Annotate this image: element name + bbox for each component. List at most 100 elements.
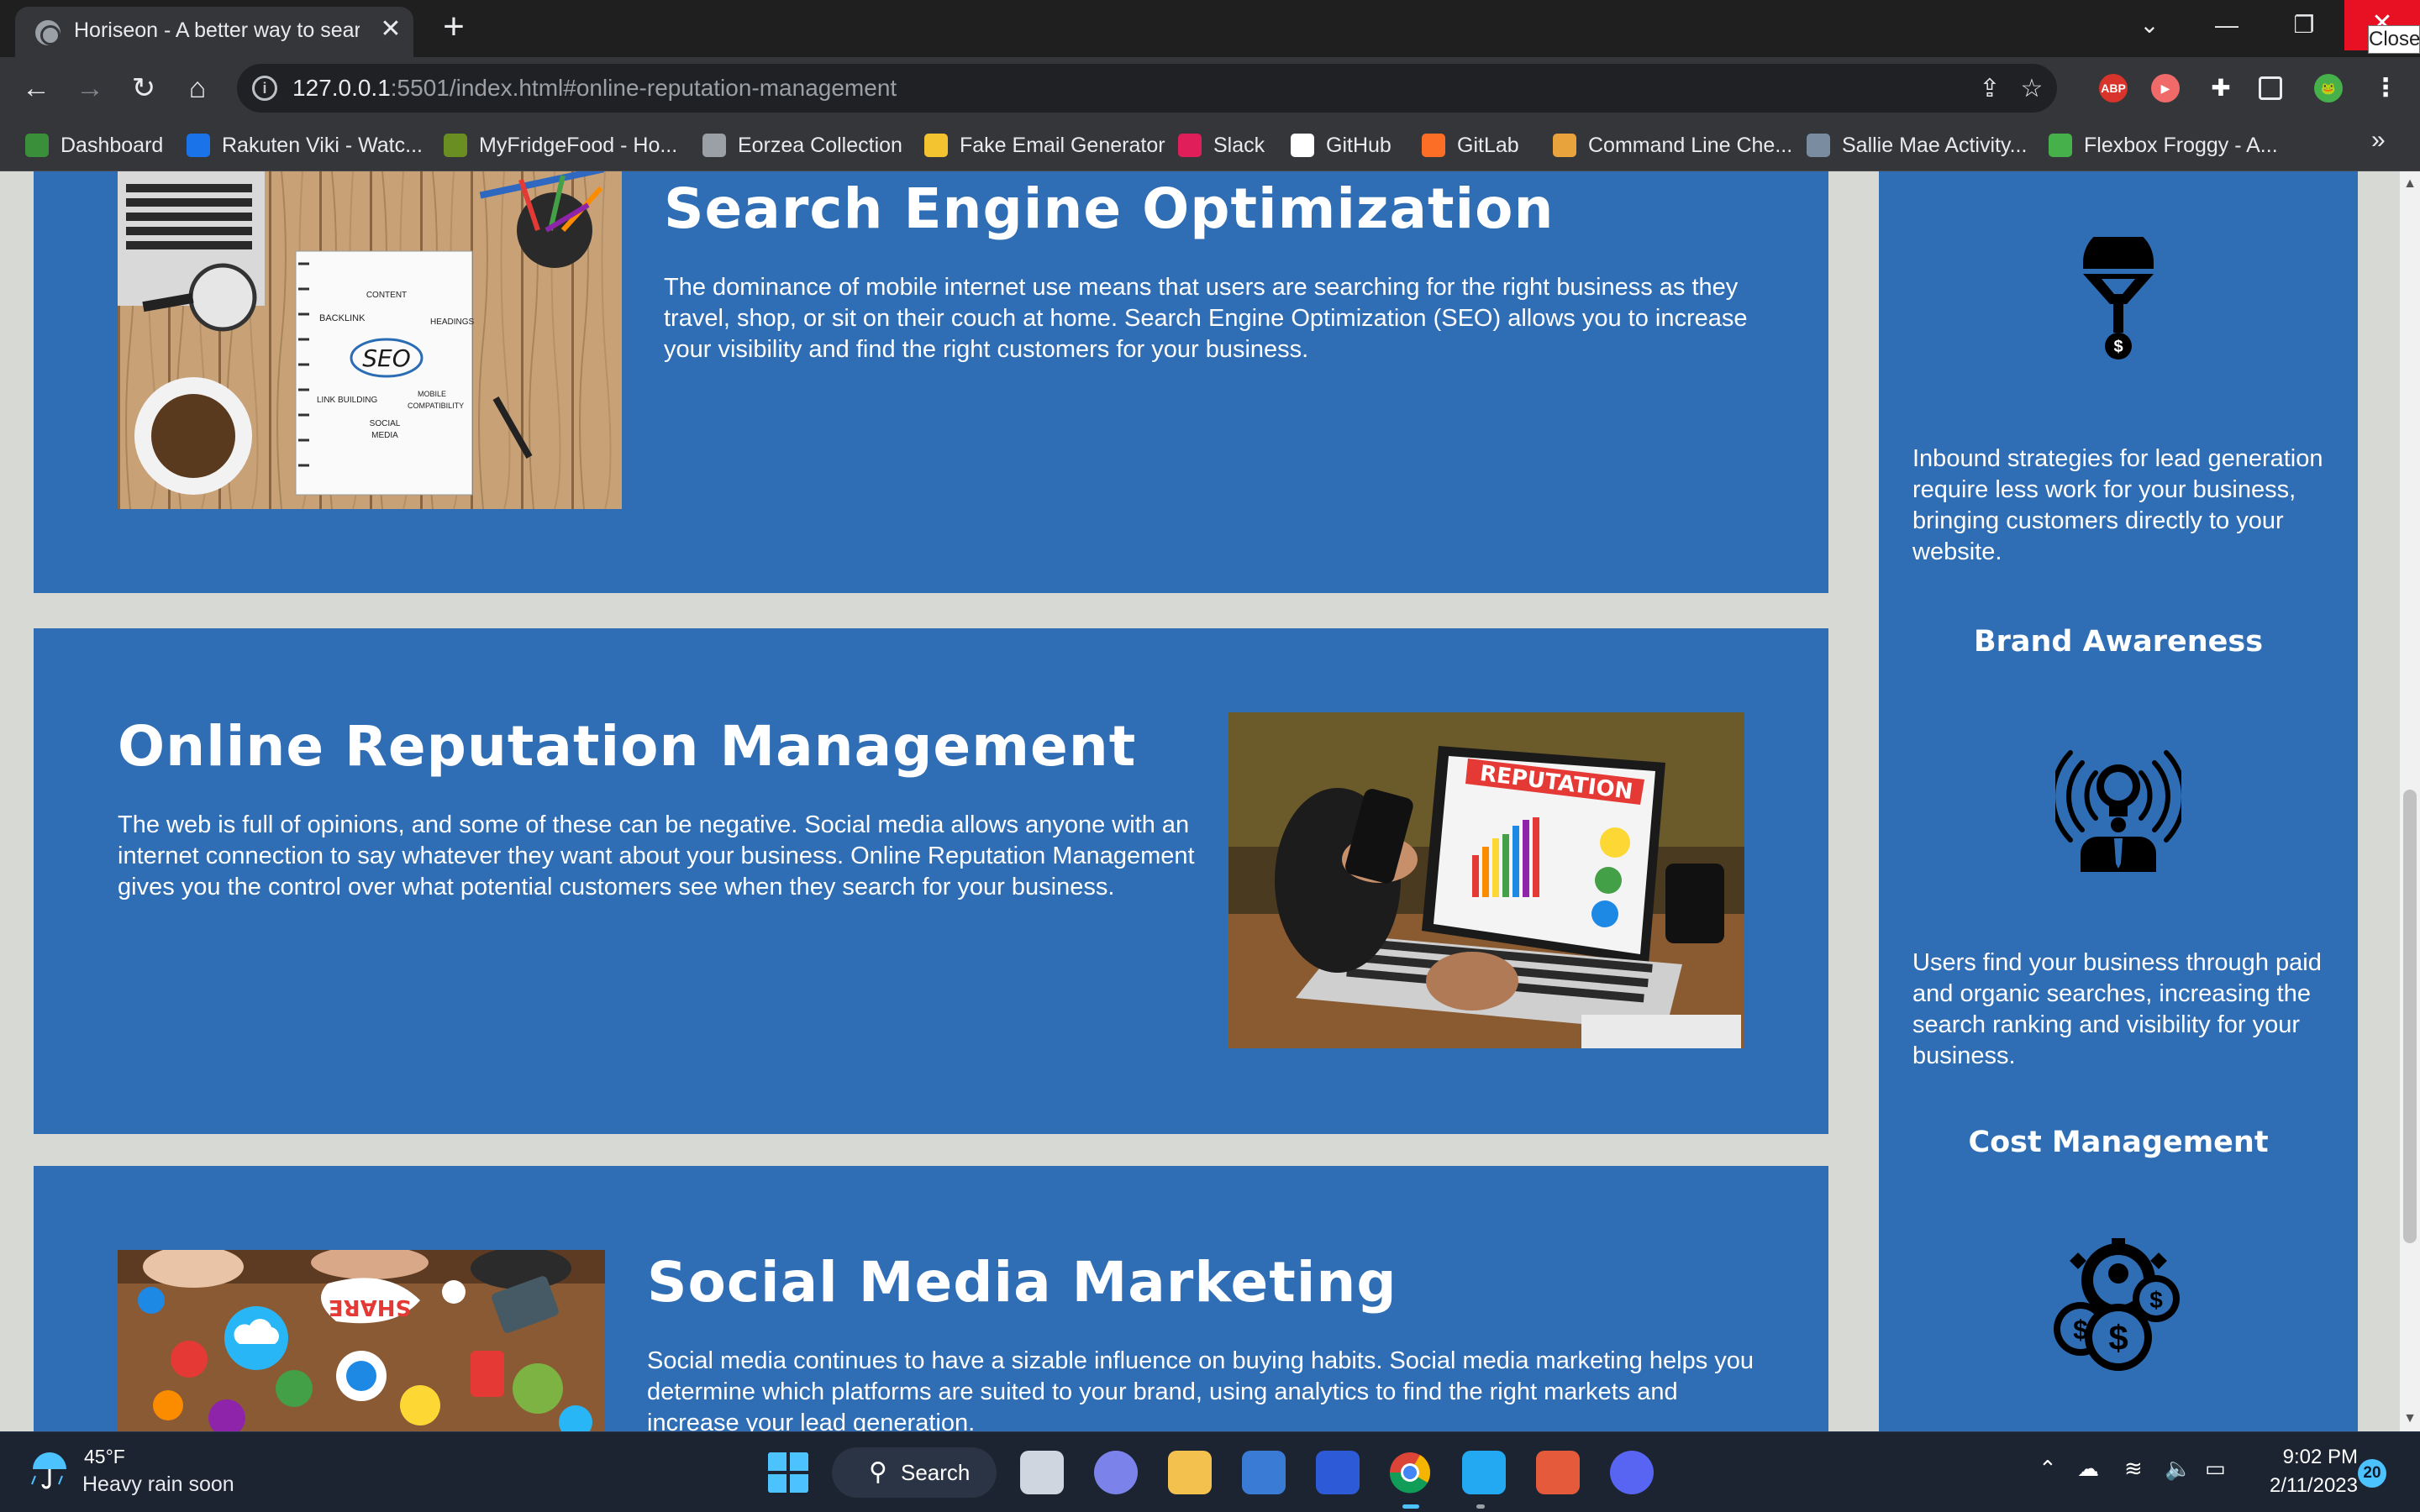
windows-taskbar: 45°F Heavy rain soon ⚲ Search ⌃ ☁ ≋ 🔈 ▭ … bbox=[0, 1431, 2420, 1512]
chrome-icon[interactable] bbox=[1388, 1451, 1432, 1494]
site-info-icon[interactable]: i bbox=[252, 76, 277, 101]
bookmark-label: Rakuten Viki - Watc... bbox=[222, 133, 423, 157]
seo-photo-illustration: SEO CONTENT BACKLINK HEADINGS LINK BUILD… bbox=[118, 171, 622, 509]
terminal-icon bbox=[1553, 134, 1576, 157]
editor-app-icon[interactable] bbox=[1316, 1451, 1360, 1494]
bookmarks-overflow-icon[interactable]: » bbox=[2371, 126, 2386, 155]
menu-kebab-icon[interactable]: ⋮ bbox=[2371, 74, 2400, 102]
bookmark-label: Eorzea Collection bbox=[738, 133, 902, 157]
notification-count-badge[interactable]: 20 bbox=[2358, 1459, 2386, 1488]
cost-management-gear-coins-icon: $ $ $ bbox=[2054, 1238, 2180, 1371]
slack-icon bbox=[1178, 134, 1202, 157]
seo-heading: Search Engine Optimization bbox=[664, 176, 1555, 241]
online-reputation-management-section: Online Reputation Management The web is … bbox=[34, 628, 1828, 1134]
tab-search-chevron-icon[interactable]: ⌄ bbox=[2124, 7, 2175, 44]
bookmark-item[interactable]: Sallie Mae Activity... bbox=[1807, 131, 2027, 160]
weather-temperature[interactable]: 45°F bbox=[84, 1446, 125, 1468]
smm-word-text: SHARE bbox=[329, 1294, 411, 1320]
clock-time[interactable]: 9:02 PM bbox=[2274, 1446, 2358, 1469]
new-tab-button[interactable]: + bbox=[437, 8, 471, 45]
seo-word-text: SEO bbox=[362, 344, 411, 372]
adblock-plus-icon[interactable]: ABP bbox=[2099, 74, 2128, 102]
scrollbar-thumb[interactable] bbox=[2403, 790, 2417, 1243]
bookmark-item[interactable]: GitHub bbox=[1291, 131, 1392, 160]
teams-chat-icon[interactable] bbox=[1094, 1451, 1138, 1494]
seo-mobile-text: MOBILE bbox=[418, 390, 446, 398]
reload-icon[interactable]: ↻ bbox=[126, 71, 161, 106]
address-bar[interactable]: i 127.0.0.1:5501/index.html#online-reput… bbox=[237, 64, 2057, 113]
brand-awareness-heading: Brand Awareness bbox=[1973, 625, 2264, 659]
side-panel-icon[interactable] bbox=[2259, 76, 2282, 100]
gitlab-icon bbox=[1422, 134, 1445, 157]
bookmark-item[interactable]: Fake Email Generator bbox=[924, 131, 1165, 160]
salliemae-icon bbox=[1807, 134, 1830, 157]
bookmark-label: Fake Email Generator bbox=[960, 133, 1165, 157]
browser-tab[interactable]: Horiseon - A better way to search ✕ bbox=[15, 7, 413, 57]
bookmark-item[interactable]: MyFridgeFood - Ho... bbox=[444, 131, 677, 160]
scroll-down-arrow-icon[interactable]: ▼ bbox=[2400, 1411, 2420, 1428]
microsoft-store-icon[interactable] bbox=[1242, 1451, 1286, 1494]
rain-umbrella-icon[interactable] bbox=[29, 1449, 71, 1491]
chrome-active-indicator bbox=[1402, 1504, 1419, 1509]
video-extension-icon[interactable]: ▶ bbox=[2151, 74, 2180, 102]
profile-avatar-icon[interactable]: 🐸 bbox=[2314, 74, 2343, 102]
seo-linkbuilding-text: LINK BUILDING bbox=[317, 396, 377, 405]
smm-photo-illustration: SHARE bbox=[118, 1250, 605, 1431]
taskbar-search-button[interactable]: ⚲ Search bbox=[832, 1447, 997, 1498]
clock-date[interactable]: 2/11/2023 bbox=[2260, 1474, 2358, 1498]
bookmark-item[interactable]: Flexbox Froggy - A... bbox=[2049, 131, 2278, 160]
bookmark-item[interactable]: Slack bbox=[1178, 131, 1265, 160]
wifi-icon[interactable]: ≋ bbox=[2124, 1456, 2143, 1482]
share-icon[interactable]: ⇪ bbox=[1976, 76, 2003, 102]
task-view-icon[interactable] bbox=[1020, 1451, 1064, 1494]
windows-start-icon[interactable] bbox=[766, 1451, 810, 1494]
bookmark-item[interactable]: Rakuten Viki - Watc... bbox=[187, 131, 423, 160]
vscode-icon[interactable] bbox=[1462, 1451, 1506, 1494]
seo-headings-text: HEADINGS bbox=[430, 318, 475, 327]
tray-overflow-chevron-icon[interactable]: ⌃ bbox=[2039, 1456, 2057, 1482]
bookmark-star-icon[interactable]: ☆ bbox=[2018, 76, 2045, 102]
globe-icon bbox=[35, 20, 60, 45]
scroll-up-arrow-icon[interactable]: ▲ bbox=[2400, 176, 2420, 193]
git-client-icon[interactable] bbox=[1536, 1451, 1580, 1494]
bookmark-label: Command Line Che... bbox=[1588, 133, 1793, 157]
social-media-marketing-section: SHARE Social Media Marketing Social medi… bbox=[34, 1166, 1828, 1431]
search-icon: ⚲ bbox=[869, 1458, 887, 1486]
orm-heading: Online Reputation Management bbox=[118, 714, 1137, 779]
mail-icon bbox=[924, 134, 948, 157]
orm-photo-illustration: REPUTATION bbox=[1228, 712, 1744, 1048]
file-explorer-icon[interactable] bbox=[1168, 1451, 1212, 1494]
fridge-icon bbox=[444, 134, 467, 157]
back-arrow-icon[interactable]: ← bbox=[18, 71, 54, 106]
title-bar: Horiseon - A better way to search ✕ + ⌄ … bbox=[0, 0, 2420, 57]
close-tooltip: Close bbox=[2368, 25, 2420, 54]
tab-close-icon[interactable]: ✕ bbox=[376, 15, 405, 44]
browser-toolbar: ← → ↻ ⌂ i 127.0.0.1:5501/index.html#onli… bbox=[0, 57, 2420, 119]
minimize-button[interactable]: — bbox=[2202, 7, 2252, 44]
battery-icon[interactable]: ▭ bbox=[2205, 1456, 2226, 1482]
bookmark-label: Flexbox Froggy - A... bbox=[2084, 133, 2278, 157]
url-text[interactable]: 127.0.0.1:5501/index.html#online-reputat… bbox=[292, 75, 897, 102]
speaker-icon[interactable]: 🔈 bbox=[2165, 1456, 2191, 1482]
bookmark-label: Dashboard bbox=[60, 133, 164, 157]
home-icon[interactable]: ⌂ bbox=[180, 71, 215, 106]
bookmark-item[interactable]: GitLab bbox=[1422, 131, 1519, 160]
page-scrollbar[interactable]: ▲ ▼ bbox=[2400, 171, 2420, 1431]
orm-body: The web is full of opinions, and some of… bbox=[118, 811, 1195, 900]
bookmark-item[interactable]: Command Line Che... bbox=[1553, 131, 1792, 160]
tab-title: Horiseon - A better way to search bbox=[74, 18, 360, 42]
bookmark-item[interactable]: Dashboard bbox=[25, 131, 163, 160]
weather-description[interactable]: Heavy rain soon bbox=[82, 1473, 234, 1497]
onedrive-cloud-icon[interactable]: ☁ bbox=[2077, 1456, 2099, 1482]
globe-icon bbox=[702, 134, 726, 157]
forward-arrow-icon[interactable]: → bbox=[72, 71, 108, 106]
bookmark-item[interactable]: Eorzea Collection bbox=[702, 131, 902, 160]
discord-icon[interactable] bbox=[1610, 1451, 1654, 1494]
svg-text:$: $ bbox=[2073, 1315, 2088, 1345]
orm-image: REPUTATION bbox=[1228, 712, 1744, 1048]
seo-content-text: CONTENT bbox=[366, 291, 407, 300]
restore-button[interactable]: ❐ bbox=[2279, 7, 2329, 44]
frog-icon bbox=[25, 134, 49, 157]
taskbar-search-label: Search bbox=[901, 1460, 971, 1485]
extensions-puzzle-icon[interactable]: ✚ bbox=[2207, 74, 2235, 102]
